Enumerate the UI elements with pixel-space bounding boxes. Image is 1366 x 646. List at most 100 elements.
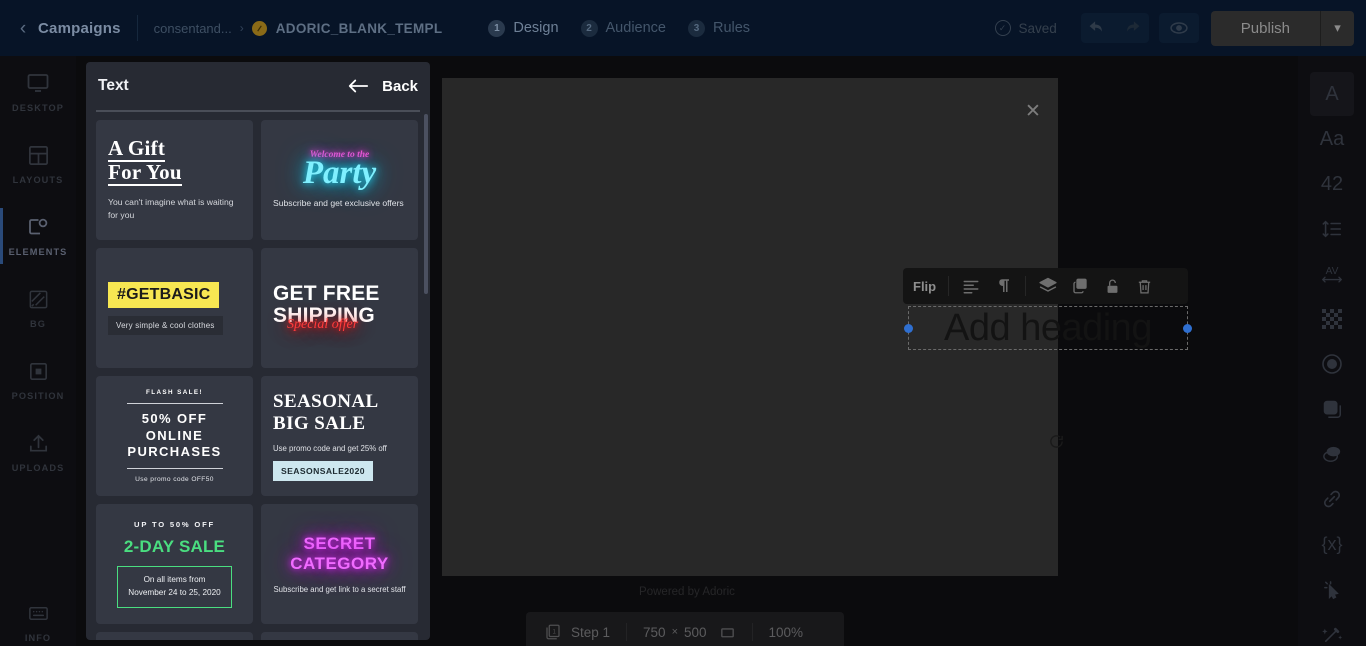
selected-text-element[interactable]: Add heading <box>904 306 1192 350</box>
flip-button[interactable]: Flip <box>913 279 936 294</box>
saved-status: ✓ Saved <box>994 20 1057 36</box>
align-left-icon[interactable] <box>955 271 987 301</box>
sidebar-label-position: POSITION <box>11 390 65 401</box>
svg-text:AV: AV <box>1326 266 1339 277</box>
template-card[interactable]: Welcome to the Party Subscribe and get e… <box>261 120 418 240</box>
click-cursor-icon[interactable] <box>1310 567 1354 611</box>
template-name[interactable]: ADORIC_BLANK_TEMPL <box>276 21 443 36</box>
diagonal-stripes-icon <box>27 288 50 311</box>
font-size-42-icon[interactable]: 42 <box>1310 162 1354 206</box>
template-card[interactable]: SEASONAL BIG SALE Use promo code and get… <box>261 376 418 496</box>
info-keyboard-icon <box>27 602 50 625</box>
template-card[interactable]: #GETBASIC Very simple & cool clothes <box>96 248 253 368</box>
template-title: Party <box>302 154 377 191</box>
sidebar-item-bg[interactable]: BG <box>0 272 76 344</box>
sidebar-item-desktop[interactable]: DESKTOP <box>0 56 76 128</box>
variable-glyph: {x} <box>1321 533 1343 554</box>
layers-icon[interactable] <box>1032 271 1064 301</box>
font-family-aa-icon[interactable]: Aa <box>1310 117 1354 161</box>
undo-redo-group <box>1080 13 1149 43</box>
monitor-icon <box>26 71 50 95</box>
sidebar-item-layouts[interactable]: LAYOUTS <box>0 128 76 200</box>
back-button[interactable]: Back <box>347 78 418 95</box>
adoric-editor-app: ‹ Campaigns consentand... › ADORIC_BLANK… <box>0 0 1366 646</box>
rotate-handle-icon[interactable] <box>1048 433 1065 450</box>
font-color-glyph: A <box>1325 82 1339 105</box>
sidebar-label-layouts: LAYOUTS <box>12 174 64 185</box>
duplicate-icon[interactable] <box>1064 271 1096 301</box>
template-line3: PURCHASES <box>127 444 222 460</box>
trash-icon[interactable] <box>1128 271 1160 301</box>
font-color-a-icon[interactable]: A <box>1310 72 1354 116</box>
sidebar-item-uploads[interactable]: UPLOADS <box>0 416 76 488</box>
template-title-line2: For You <box>108 160 182 186</box>
redo-arrow-icon[interactable] <box>1115 13 1149 43</box>
rail-spacer <box>0 488 76 586</box>
publish-group: Publish ▾ <box>1210 10 1354 46</box>
shadow-stack-icon[interactable] <box>1310 432 1354 476</box>
template-card[interactable]: SECRET CATEGORY Subscribe and get link t… <box>261 504 418 624</box>
text-direction-icon[interactable] <box>987 271 1019 301</box>
template-card[interactable] <box>96 632 253 640</box>
opacity-checker-icon[interactable] <box>1310 297 1354 341</box>
line-height-icon[interactable] <box>1310 207 1354 251</box>
panel-scrollbar[interactable] <box>424 114 428 294</box>
chevron-left-icon[interactable]: ‹ <box>14 19 32 38</box>
canvas-height: 500 <box>684 624 707 640</box>
preview-eye-icon[interactable] <box>1158 13 1199 43</box>
elements-shapes-icon <box>26 215 50 239</box>
svg-text:1: 1 <box>552 630 556 636</box>
step-pages-icon: 1 <box>544 623 562 641</box>
sidebar-label-uploads: UPLOADS <box>11 462 65 473</box>
sidebar-item-info[interactable]: INFO <box>0 586 76 646</box>
template-box-line2: November 24 to 25, 2020 <box>128 588 221 597</box>
template-card[interactable]: FLASH SALE! 50% OFF ONLINE PURCHASES Use… <box>96 376 253 496</box>
magic-wand-icon[interactable] <box>1310 612 1354 646</box>
chevron-down-icon[interactable]: ▾ <box>1320 10 1354 46</box>
back-label: Back <box>382 77 418 95</box>
zoom-level[interactable]: 100% <box>769 625 804 640</box>
breadcrumb-parent[interactable]: consentand... <box>154 21 232 36</box>
design-canvas[interactable]: ✕ Flip Add heading <box>442 78 1192 576</box>
template-eyebrow: FLASH SALE! <box>145 389 204 397</box>
template-title-line1: A Gift <box>108 136 166 163</box>
campaigns-link[interactable]: Campaigns <box>38 20 121 37</box>
variable-braces-icon[interactable]: {x} <box>1310 522 1354 566</box>
template-card[interactable]: GET FREE SHIPPING Special offer <box>261 248 418 368</box>
step-audience[interactable]: 2 Audience <box>580 19 666 37</box>
shape-circle-icon[interactable] <box>1310 342 1354 386</box>
template-line2: ONLINE <box>145 427 204 443</box>
step-design-label: Design <box>513 20 559 36</box>
template-subtitle: Use promo code and get 25% off <box>273 443 387 453</box>
right-properties-rail: A Aa 42 AV {x} <box>1298 56 1366 646</box>
template-subtitle: Subscribe and get exclusive offers <box>273 198 404 209</box>
canvas-width: 750 <box>643 624 666 640</box>
rounded-rect-icon[interactable] <box>1310 387 1354 431</box>
sidebar-item-elements[interactable]: ELEMENTS <box>0 200 76 272</box>
step-design[interactable]: 1 Design <box>488 19 559 37</box>
canvas-size[interactable]: 750 × 500 <box>643 624 736 641</box>
template-card[interactable]: UP TO 50% OFF 2-DAY SALE On all items fr… <box>96 504 253 624</box>
template-box-line1: On all items from <box>143 575 206 585</box>
template-card[interactable]: A Gift For You You can't imagine what is… <box>96 120 253 240</box>
template-title-line1: SECRET <box>303 533 376 553</box>
rectangle-icon[interactable] <box>719 624 736 641</box>
step-design-number: 1 <box>488 19 506 37</box>
step-rules-number: 3 <box>687 19 705 37</box>
template-line1: 50% OFF <box>141 411 208 427</box>
arrow-left-icon <box>347 78 369 94</box>
undo-arrow-icon[interactable] <box>1081 13 1115 43</box>
letter-spacing-av-icon[interactable]: AV <box>1310 252 1354 296</box>
unlock-icon[interactable] <box>1096 271 1128 301</box>
step-rules[interactable]: 3 Rules <box>687 19 750 37</box>
close-x-icon[interactable]: ✕ <box>1022 100 1044 122</box>
template-title: A Gift For You <box>108 136 241 186</box>
top-header: ‹ Campaigns consentand... › ADORIC_BLANK… <box>0 0 1366 56</box>
resize-handle-left[interactable] <box>904 323 913 333</box>
sidebar-item-position[interactable]: POSITION <box>0 344 76 416</box>
resize-handle-right[interactable] <box>1183 323 1192 333</box>
publish-button[interactable]: Publish <box>1210 10 1320 46</box>
step-indicator[interactable]: 1 Step 1 <box>544 623 610 641</box>
template-card[interactable] <box>261 632 418 640</box>
link-chain-icon[interactable] <box>1310 477 1354 521</box>
